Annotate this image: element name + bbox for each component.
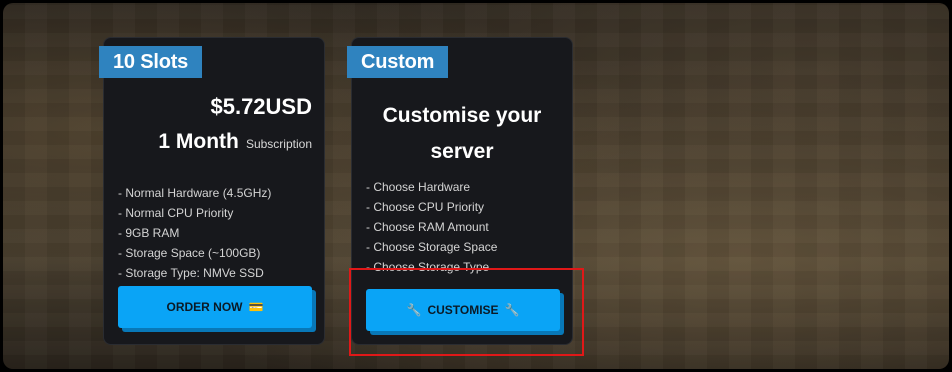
feature-list: - Choose Hardware - Choose CPU Priority … [366, 177, 497, 277]
feature-item: - Choose Storage Space [366, 240, 498, 254]
plan-duration-value: 1 Month [158, 130, 239, 153]
plan-duration: 1 Month Subscription [158, 130, 312, 154]
feature-item: - Choose Hardware [366, 180, 471, 194]
plan-card-10-slots: 10 Slots $5.72USD 1 Month Subscription -… [99, 37, 325, 345]
feature-item: - 9GB RAM [118, 226, 180, 240]
custom-title-line-2: server [430, 140, 494, 163]
feature-item: - Normal CPU Priority [118, 206, 234, 220]
window-frame: 10 Slots $5.72USD 1 Month Subscription -… [0, 0, 952, 372]
wrench-icon: 🔧 [504, 303, 520, 317]
feature-list: - Normal Hardware (4.5GHz) - Normal CPU … [118, 183, 271, 283]
customise-button[interactable]: 🔧 CUSTOMISE 🔧 [366, 289, 560, 331]
order-now-label: ORDER NOW [166, 300, 243, 314]
plan-duration-label: Subscription [245, 137, 312, 151]
plan-card-custom: Custom Customise your server - Choose Ha… [347, 37, 573, 345]
plan-ribbon: 10 Slots [99, 46, 203, 78]
feature-item: - Choose Storage Type [366, 260, 490, 274]
feature-item: - Choose CPU Priority [366, 200, 485, 214]
feature-item: - Normal Hardware (4.5GHz) [118, 186, 272, 200]
feature-item: - Choose RAM Amount [366, 220, 489, 234]
customise-label: CUSTOMISE [427, 303, 499, 317]
order-now-button[interactable]: ORDER NOW 💳 [118, 286, 312, 328]
plan-ribbon: Custom [347, 46, 449, 78]
credit-card-icon: 💳 [248, 300, 264, 314]
custom-title-line-1: Customise your [382, 104, 542, 127]
feature-item: - Storage Space (~100GB) [118, 246, 261, 260]
background-scene: 10 Slots $5.72USD 1 Month Subscription -… [3, 3, 949, 369]
feature-item: - Storage Type: NMVe SSD [118, 266, 264, 280]
plan-price: $5.72USD [210, 94, 312, 119]
wrench-icon: 🔧 [406, 303, 422, 317]
custom-plan-title: Customise your server [352, 98, 572, 170]
